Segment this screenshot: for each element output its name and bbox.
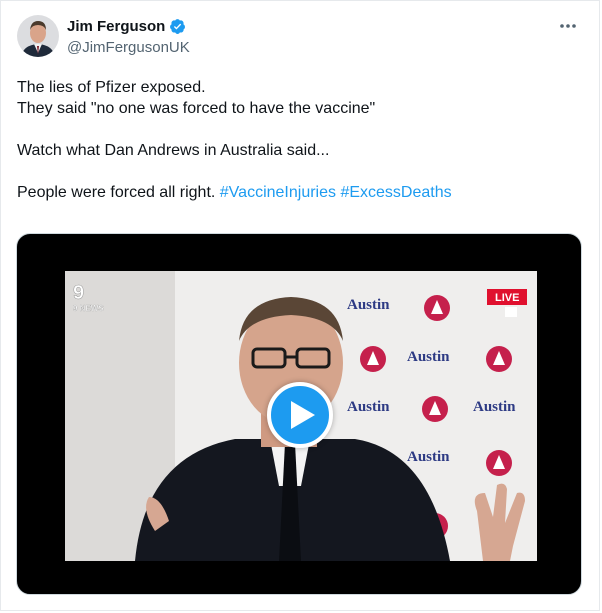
backdrop-logo-text: Austin [347,297,390,313]
svg-text:9: 9 [73,282,84,304]
tweet-text: The lies of Pfizer exposed. They said "n… [17,77,577,203]
backdrop-logo-text: Austin [407,349,450,365]
tweet-line: Watch what Dan Andrews in Australia said… [17,142,330,159]
channel-logo-text: 9 NEWS [73,304,104,313]
video-player[interactable]: Austin Austin Austin Austin Austin 9 9 N… [16,233,582,595]
live-badge-text: LIVE [495,292,519,304]
more-options-icon[interactable] [555,15,581,37]
verified-badge-icon [169,18,186,35]
tweet-line-text: People were forced all right. [17,184,220,201]
tweet-card[interactable]: Jim Ferguson @JimFergusonUK The lies of … [0,0,600,611]
backdrop-logo-text: Austin [347,399,390,415]
play-icon [291,401,315,429]
hashtag-link[interactable]: #ExcessDeaths [340,184,451,201]
hashtag-link[interactable]: #VaccineInjuries [220,184,336,201]
backdrop-logo-text: Austin [473,399,516,415]
author-handle[interactable]: @JimFergusonUK [67,39,190,56]
play-button[interactable] [267,382,333,448]
tweet-line: The lies of Pfizer exposed. [17,79,206,96]
tweet-line: They said "no one was forced to have the… [17,100,376,117]
backdrop-logo-text: Austin [407,449,450,465]
author-name[interactable]: Jim Ferguson [67,18,165,35]
tweet-line-hashtags: People were forced all right. #VaccineIn… [17,182,577,203]
avatar[interactable] [17,15,59,57]
